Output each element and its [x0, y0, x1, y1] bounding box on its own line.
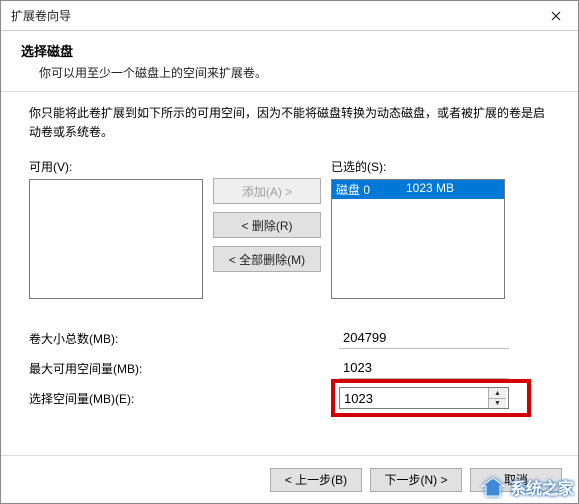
- total-size-row: 卷大小总数(MB): 204799: [29, 323, 550, 353]
- disk-columns: 可用(V): 添加(A) > < 删除(R) < 全部删除(M) 已选的(S):…: [29, 158, 550, 299]
- spin-buttons: ▲ ▼: [488, 388, 506, 408]
- header-title: 选择磁盘: [21, 41, 558, 60]
- total-size-value: 204799: [339, 327, 509, 349]
- select-space-spinner[interactable]: ▲ ▼: [339, 387, 509, 409]
- wizard-window: 扩展卷向导 选择磁盘 你可以用至少一个磁盘上的空间来扩展卷。 你只能将此卷扩展到…: [0, 0, 579, 504]
- titlebar: 扩展卷向导: [1, 1, 578, 31]
- remove-button[interactable]: < 删除(R): [213, 212, 321, 238]
- spin-down-button[interactable]: ▼: [489, 399, 506, 409]
- close-button[interactable]: [534, 1, 578, 31]
- available-column: 可用(V):: [29, 158, 203, 299]
- close-icon: [551, 11, 561, 21]
- description-text: 你只能将此卷扩展到如下所示的可用空间，因为不能将磁盘转换为动态磁盘，或者被扩展的…: [29, 104, 550, 142]
- header-subtitle: 你可以用至少一个磁盘上的空间来扩展卷。: [39, 64, 558, 81]
- highlight-box: ▲ ▼: [331, 379, 531, 417]
- selected-column: 已选的(S): 磁盘 0 1023 MB: [331, 158, 505, 299]
- select-space-input[interactable]: [340, 388, 488, 408]
- content-area: 你只能将此卷扩展到如下所示的可用空间，因为不能将磁盘转换为动态磁盘，或者被扩展的…: [1, 92, 578, 421]
- selected-listbox[interactable]: 磁盘 0 1023 MB: [331, 179, 505, 299]
- disk-size: 1023 MB: [406, 181, 454, 198]
- wizard-header: 选择磁盘 你可以用至少一个磁盘上的空间来扩展卷。: [1, 31, 578, 87]
- size-fields: 卷大小总数(MB): 204799 最大可用空间量(MB): 1023 选择空间…: [29, 323, 550, 413]
- available-listbox[interactable]: [29, 179, 203, 299]
- wizard-footer: < 上一步(B) 下一步(N) > 取消: [1, 455, 578, 503]
- cancel-button[interactable]: 取消: [470, 468, 562, 492]
- transfer-buttons: 添加(A) > < 删除(R) < 全部删除(M): [213, 178, 321, 272]
- next-button[interactable]: 下一步(N) >: [370, 468, 462, 492]
- select-space-row: 选择空间量(MB)(E): ▲ ▼: [29, 383, 550, 413]
- available-label: 可用(V):: [29, 158, 203, 175]
- add-button[interactable]: 添加(A) >: [213, 178, 321, 204]
- max-space-label: 最大可用空间量(MB):: [29, 360, 339, 377]
- remove-all-button[interactable]: < 全部删除(M): [213, 246, 321, 272]
- selected-label: 已选的(S):: [331, 158, 505, 175]
- max-space-value: 1023: [339, 357, 509, 379]
- back-button[interactable]: < 上一步(B): [270, 468, 362, 492]
- total-size-label: 卷大小总数(MB):: [29, 330, 339, 347]
- spin-up-button[interactable]: ▲: [489, 388, 506, 399]
- select-space-label: 选择空间量(MB)(E):: [29, 390, 339, 407]
- disk-name: 磁盘 0: [336, 181, 406, 198]
- list-item[interactable]: 磁盘 0 1023 MB: [332, 180, 504, 199]
- window-title: 扩展卷向导: [11, 7, 71, 24]
